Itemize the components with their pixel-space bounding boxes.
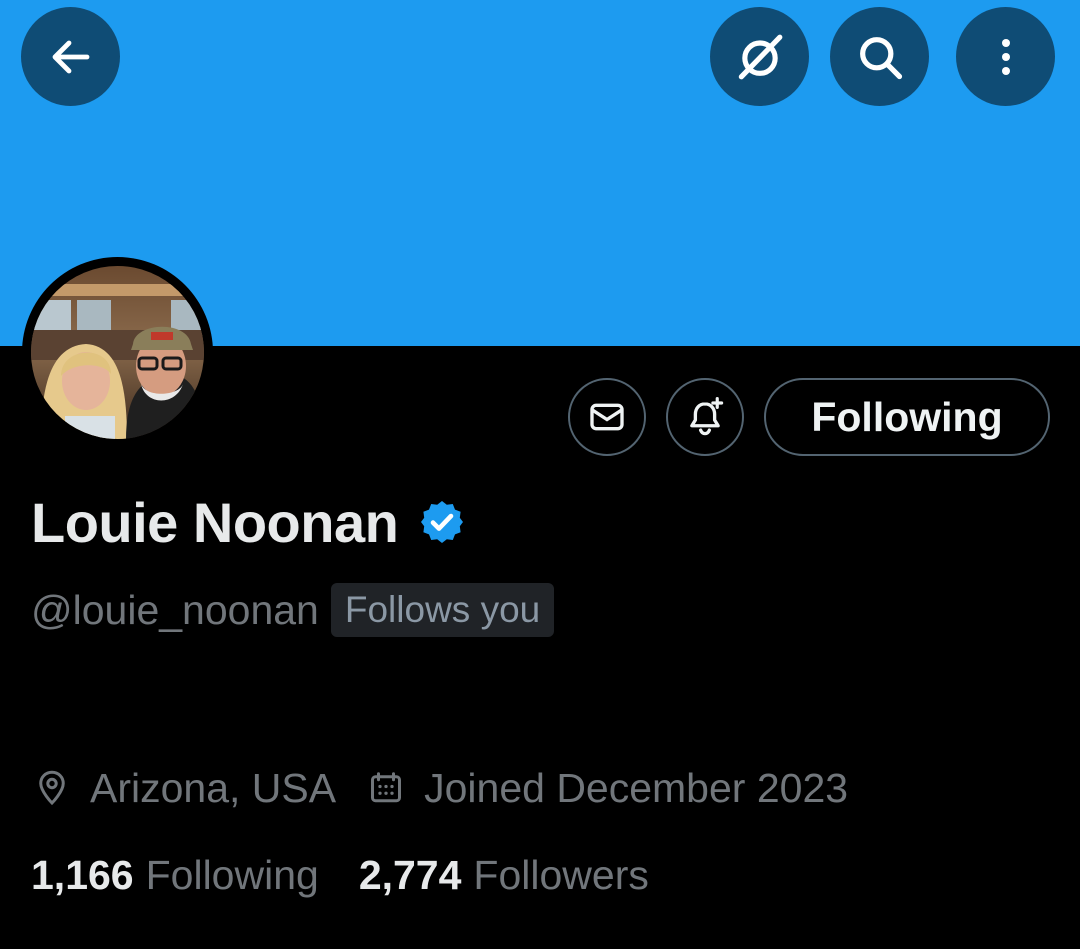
arrow-left-icon — [52, 40, 89, 73]
search-icon — [859, 36, 902, 79]
grok-icon — [738, 34, 782, 79]
back-button[interactable] — [21, 7, 120, 106]
profile-meta: Arizona, USA Joined December 2023 — [34, 760, 848, 816]
following-button-label: Following — [811, 393, 1003, 440]
notifications-button[interactable] — [666, 378, 744, 456]
calendar-icon — [371, 772, 402, 803]
joined-item: Joined December 2023 — [368, 765, 848, 812]
following-button[interactable]: Following — [764, 378, 1050, 456]
grok-button[interactable] — [710, 7, 809, 106]
followers-label: Followers — [473, 851, 649, 898]
profile-screen: Following Louie Noonan @louie_noonan Fol… — [0, 0, 1080, 949]
avatar[interactable] — [22, 257, 213, 448]
more-vertical-icon — [1001, 38, 1010, 75]
following-count-link[interactable]: 1,166 Following — [31, 852, 319, 899]
followers-count-link[interactable]: 2,774 Followers — [359, 852, 649, 899]
more-options-button[interactable] — [956, 7, 1055, 106]
location-item: Arizona, USA — [34, 765, 336, 812]
mail-icon — [590, 403, 624, 431]
bell-plus-icon — [690, 397, 724, 436]
search-button[interactable] — [830, 7, 929, 106]
following-count: 1,166 — [31, 851, 134, 898]
handle-row: @louie_noonan Follows you — [31, 582, 555, 638]
name-row: Louie Noonan — [31, 487, 466, 557]
handle: @louie_noonan — [31, 586, 319, 633]
joined-text: Joined December 2023 — [424, 764, 849, 811]
profile-stats: 1,166 Following 2,774 Followers — [31, 847, 649, 903]
avatar-photo — [31, 266, 204, 439]
display-name: Louie Noonan — [31, 490, 399, 554]
following-label: Following — [145, 851, 319, 898]
location-pin-icon — [39, 770, 65, 806]
verified-badge-icon[interactable] — [418, 498, 466, 546]
message-button[interactable] — [568, 378, 646, 456]
location-text: Arizona, USA — [90, 764, 337, 811]
followers-count: 2,774 — [358, 851, 462, 898]
follows-you-badge: Follows you — [330, 583, 555, 637]
